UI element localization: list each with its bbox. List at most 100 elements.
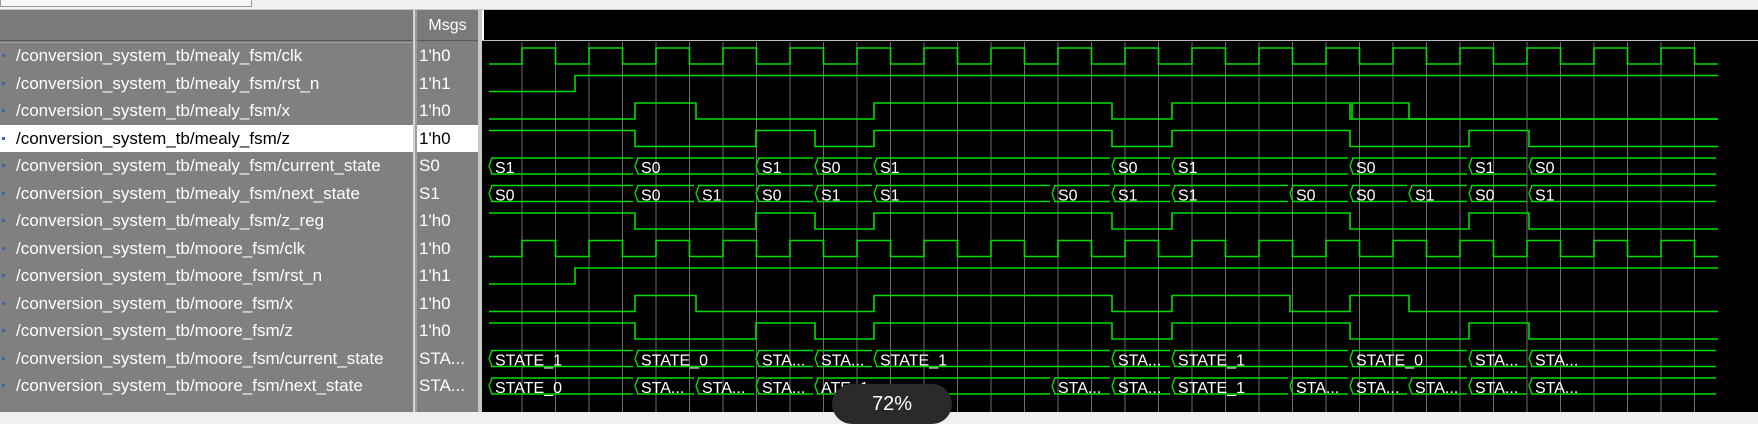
bus-value-label: S1 xyxy=(880,188,900,205)
waveform-canvas[interactable]: S1 S0 S1 S0 S1 S0 S1 S0 S1 S0 S0 S0 S1 S0 S1 S1 S0 S1 S1 S0… xyxy=(482,10,1758,412)
signal-type-icon xyxy=(2,164,5,167)
signal-type-icon xyxy=(2,109,5,112)
bus-value-label: S1 xyxy=(1178,188,1198,205)
bus-value-label: STA... xyxy=(1535,353,1578,370)
signal-value[interactable]: 1'h0 xyxy=(417,207,478,234)
bus-transition xyxy=(873,185,878,202)
signal-value[interactable]: 1'h0 xyxy=(417,42,478,69)
bus-value-label: S0 xyxy=(762,188,782,205)
bus-value-label: STA... xyxy=(1356,380,1399,397)
bus-value-label: S1 xyxy=(1415,188,1435,205)
signal-type-icon xyxy=(2,356,5,360)
bus-segment xyxy=(1174,157,1348,175)
bus-value-label: S1 xyxy=(1475,160,1495,177)
signal-name: /conversion_system_tb/moore_fsm/clk xyxy=(16,238,306,258)
bus-transition xyxy=(814,350,819,367)
bus-transition xyxy=(1408,377,1413,395)
bus-transition xyxy=(1528,157,1533,175)
signal-value[interactable]: S0 xyxy=(417,152,478,179)
bus-value-label: S1 xyxy=(495,160,515,177)
bus-transition xyxy=(814,157,819,175)
bus-transition xyxy=(1111,377,1116,395)
bus-transition xyxy=(814,185,819,202)
signal-type-icon xyxy=(2,81,5,85)
clock-trace xyxy=(489,47,1718,65)
signal-row[interactable]: /conversion_system_tb/mealy_fsm/clk xyxy=(0,42,413,69)
signal-type-icon xyxy=(2,219,5,222)
bus-value-label: STA... xyxy=(1118,380,1161,397)
signal-type-icon xyxy=(2,246,5,250)
signal-name: /conversion_system_tb/mealy_fsm/current_… xyxy=(16,156,381,175)
bus-value-label: S0 xyxy=(1356,160,1376,177)
signal-value[interactable]: STA... xyxy=(417,345,478,372)
bus-value-label: S1 xyxy=(880,160,900,177)
bus-value-label: S1 xyxy=(1118,188,1138,205)
signal-type-icon xyxy=(2,136,5,140)
signal-row[interactable]: /conversion_system_tb/moore_fsm/x xyxy=(0,290,413,317)
bus-value-label: STATE_1 xyxy=(495,353,562,370)
signal-trace xyxy=(489,294,1718,313)
bus-transition xyxy=(1171,185,1176,202)
bus-transition xyxy=(1051,185,1056,202)
bus-value-label: S1 xyxy=(702,188,722,205)
bus-value-label: STA... xyxy=(762,353,805,370)
bus-transition xyxy=(634,157,639,175)
panel-tab[interactable] xyxy=(0,0,252,7)
wave-header xyxy=(482,10,1758,40)
signal-row[interactable]: /conversion_system_tb/moore_fsm/next_sta… xyxy=(0,372,413,399)
signal-name: /conversion_system_tb/mealy_fsm/next_sta… xyxy=(16,183,360,203)
bus-transition xyxy=(695,377,700,395)
bus-transition xyxy=(1349,377,1354,395)
signal-row[interactable]: /conversion_system_tb/moore_fsm/rst_n xyxy=(0,262,413,289)
signal-value[interactable]: 1'h0 xyxy=(417,97,478,124)
bus-transition xyxy=(1528,377,1533,395)
signal-value[interactable]: 1'h1 xyxy=(417,70,478,97)
signal-value[interactable]: 1'h0 xyxy=(417,124,478,152)
bus-transition xyxy=(1171,377,1176,395)
bus-value-label: STATE_0 xyxy=(495,380,562,397)
signal-trace xyxy=(489,212,1718,230)
signal-row[interactable]: /conversion_system_tb/mealy_fsm/x xyxy=(0,97,413,124)
bus-value-label: STA... xyxy=(1296,380,1339,397)
signal-value[interactable]: 1'h1 xyxy=(417,262,478,289)
signal-row[interactable]: /conversion_system_tb/mealy_fsm/current_… xyxy=(0,152,413,179)
bus-value-label: S1 xyxy=(1178,160,1198,177)
bus-value-label: STA... xyxy=(1475,353,1518,370)
bus-segment xyxy=(1531,157,1716,175)
signal-row[interactable]: /conversion_system_tb/moore_fsm/clk xyxy=(0,235,413,262)
signal-row[interactable]: /conversion_system_tb/moore_fsm/current_… xyxy=(0,345,413,372)
signal-value[interactable]: STA... xyxy=(417,372,478,399)
signal-value[interactable]: S1 xyxy=(417,180,478,207)
signal-row[interactable]: /conversion_system_tb/mealy_fsm/rst_n xyxy=(0,70,413,97)
bus-value-label: STA... xyxy=(702,380,745,397)
signal-row[interactable]: /conversion_system_tb/moore_fsm/z xyxy=(0,317,413,344)
signal-row[interactable]: /conversion_system_tb/mealy_fsm/next_sta… xyxy=(0,180,413,207)
values-pane: Msgs 1'h0 1'h1 1'h0 1'h0 S0 S1 1'h0 1'h0 1'h1 1'h… xyxy=(417,10,478,412)
bus-value-label: STA... xyxy=(1415,380,1458,397)
bus-segment xyxy=(876,157,1110,175)
signal-name: /conversion_system_tb/mealy_fsm/z xyxy=(16,128,290,148)
bus-transition xyxy=(488,377,493,395)
bus-value-label: S0 xyxy=(641,160,661,177)
bus-value-label: STA... xyxy=(1475,380,1518,397)
signal-type-icon xyxy=(2,191,5,195)
signal-trace xyxy=(489,74,1718,93)
signal-value[interactable]: 1'h0 xyxy=(417,290,478,317)
signal-row[interactable]: /conversion_system_tb/mealy_fsm/z xyxy=(0,124,413,152)
signal-value[interactable]: 1'h0 xyxy=(417,317,478,344)
signal-trace xyxy=(1350,102,1718,120)
bus-transition xyxy=(1349,157,1354,175)
signal-name: /conversion_system_tb/mealy_fsm/clk xyxy=(16,46,303,65)
signal-trace xyxy=(489,102,1718,120)
bus-transition xyxy=(1528,185,1533,202)
signal-name: /conversion_system_tb/moore_fsm/x xyxy=(16,293,293,313)
msgs-header[interactable]: Msgs xyxy=(417,10,478,42)
bus-value-label: STA... xyxy=(1535,380,1578,397)
signal-names-pane: /conversion_system_tb/mealy_fsm/clk/conv… xyxy=(0,10,413,412)
signal-name: /conversion_system_tb/moore_fsm/next_sta… xyxy=(16,376,363,395)
waveform-pane[interactable]: S1 S0 S1 S0 S1 S0 S1 S0 S1 S0 S0 S0 S1 S0 S1 S1 S0 S1 S1 S0… xyxy=(482,10,1758,412)
bus-value-label: S1 xyxy=(762,160,782,177)
signal-value[interactable]: 1'h0 xyxy=(417,235,478,262)
signal-row[interactable]: /conversion_system_tb/mealy_fsm/z_reg xyxy=(0,207,413,234)
signal-type-icon xyxy=(2,274,5,277)
